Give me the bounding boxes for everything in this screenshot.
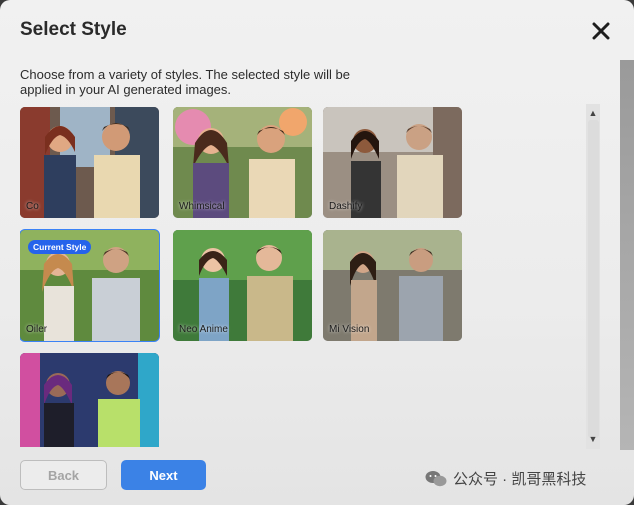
dialog-title: Select Style — [20, 19, 127, 40]
next-button[interactable]: Next — [121, 460, 206, 490]
style-card-dashify[interactable]: Dashify — [323, 107, 462, 218]
watermark: 公众号 · 凯哥黑科技 — [425, 468, 586, 489]
back-button[interactable]: Back — [20, 460, 107, 490]
style-card-neo-anime[interactable]: Neo Anime — [173, 230, 312, 341]
style-card-whimsical[interactable]: Whimsical — [173, 107, 312, 218]
watermark-text: 公众号 · 凯哥黑科技 — [453, 471, 587, 488]
style-card-label: Dashify — [329, 201, 363, 212]
style-card-midjourney-vision[interactable]: Mi Vision — [323, 230, 462, 341]
scrollbar-thumb[interactable] — [588, 120, 599, 438]
style-card-label: Oiler — [26, 324, 48, 335]
style-card-label: Mi Vision — [329, 324, 370, 335]
close-button[interactable] — [588, 18, 614, 44]
style-grid: Co Whimsical Dashify Current Style Oiler… — [20, 107, 465, 447]
scroll-down-icon[interactable]: ▼ — [586, 432, 600, 446]
style-card-label: Co — [26, 201, 39, 212]
style-card-label: Neo Anime — [179, 324, 228, 335]
style-card-comic[interactable]: Co — [20, 107, 159, 218]
background-edge — [620, 60, 634, 450]
style-thumbnail — [20, 107, 159, 218]
style-card-neon[interactable] — [20, 353, 159, 447]
style-card-oiler[interactable]: Current Style Oiler — [20, 229, 160, 342]
current-style-badge: Current Style — [28, 240, 92, 254]
style-thumbnail — [20, 353, 159, 447]
close-icon — [592, 22, 610, 40]
select-style-dialog: Select Style Choose from a variety of st… — [0, 0, 634, 505]
style-card-label: Whimsical — [179, 201, 225, 212]
dialog-description: Choose from a variety of styles. The sel… — [20, 67, 350, 97]
wechat-icon — [425, 470, 447, 486]
scroll-up-icon[interactable]: ▲ — [586, 106, 600, 120]
